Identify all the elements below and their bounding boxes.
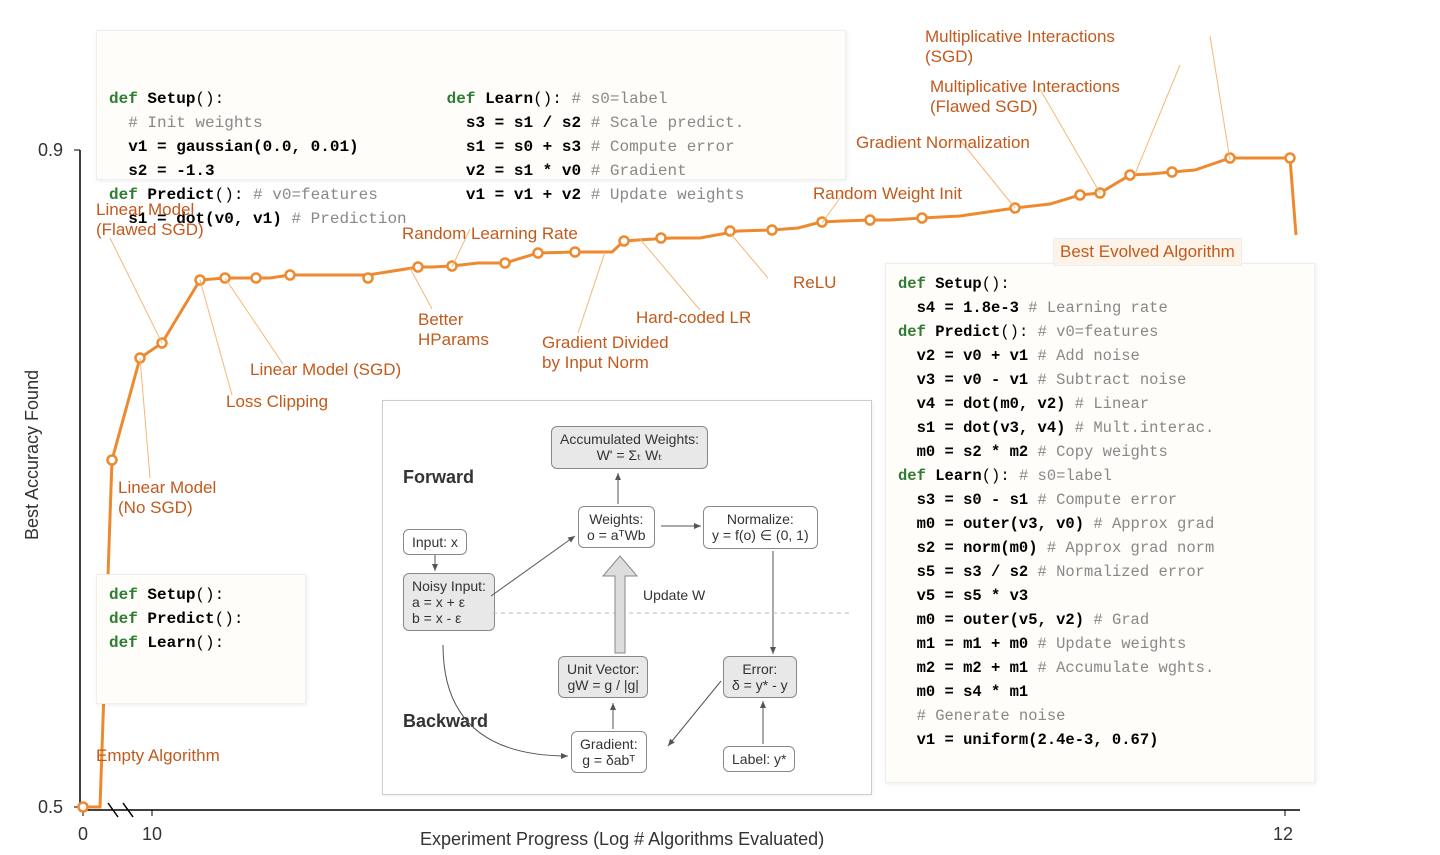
annotation-mult-sgd: Multiplicative Interactions (SGD): [925, 27, 1115, 67]
annotation-grad-div: Gradient Divided by Input Norm: [542, 333, 669, 373]
annotation-rwi: Random Weight Init: [813, 184, 962, 204]
x-tick-0: 0: [78, 824, 88, 845]
code-box-linear-sgd-full: def Setup(): # Init weights v1 = gaussia…: [96, 30, 846, 180]
annotation-mult-flawed: Multiplicative Interactions (Flawed SGD): [930, 77, 1120, 117]
x-axis-label: Experiment Progress (Log # Algorithms Ev…: [420, 829, 824, 850]
annotation-linear-flawed: Linear Model (Flawed SGD): [96, 200, 204, 240]
node-gradient: Gradient: g = δabᵀ: [571, 731, 647, 773]
x-tick-10: 10: [142, 824, 162, 845]
diagram-update-w-label: Update W: [643, 587, 705, 603]
y-tick-09: 0.9: [38, 140, 63, 161]
annotation-empty: Empty Algorithm: [96, 746, 220, 766]
annotation-better-hp: Better HParams: [418, 310, 489, 350]
node-label: Label: y*: [723, 746, 795, 772]
y-axis-label: Best Accuracy Found: [22, 240, 43, 540]
code-box-best-evolved: def Setup(): s4 = 1.8e-3 # Learning rate…: [885, 263, 1315, 783]
node-noisy: Noisy Input: a = x + ε b = x - ε: [403, 573, 495, 631]
node-error: Error: δ = y* - y: [723, 656, 797, 698]
node-unit: Unit Vector: gW = g / |g|: [558, 656, 648, 698]
annotation-loss-clipping: Loss Clipping: [226, 392, 328, 412]
diagram-backward-label: Backward: [403, 711, 488, 732]
node-normalize: Normalize: y = f(o) ∈ (0, 1): [703, 506, 818, 549]
node-input: Input: x: [403, 529, 467, 555]
node-accumulated: Accumulated Weights: W' = Σₜ Wₜ: [551, 426, 708, 469]
x-tick-12: 12: [1273, 824, 1293, 845]
annotation-linear-no-sgd: Linear Model (No SGD): [118, 478, 216, 518]
code-box-empty: def Setup(): def Predict(): def Learn():: [96, 574, 306, 704]
annotation-linear-sgd: Linear Model (SGD): [250, 360, 401, 380]
annotation-best-evolved: Best Evolved Algorithm: [1053, 238, 1242, 266]
diagram-forward-label: Forward: [403, 467, 474, 488]
node-weights: Weights: o = aᵀWb: [578, 506, 655, 548]
annotation-relu: ReLU: [793, 273, 836, 293]
annotation-hc-lr: Hard-coded LR: [636, 308, 751, 328]
annotation-grad-norm: Gradient Normalization: [856, 133, 1030, 153]
diagram-box: Forward Backward Input: x Noisy Input: a…: [382, 400, 872, 795]
annotation-random-lr: Random Learning Rate: [402, 224, 578, 244]
y-tick-05: 0.5: [38, 797, 63, 818]
